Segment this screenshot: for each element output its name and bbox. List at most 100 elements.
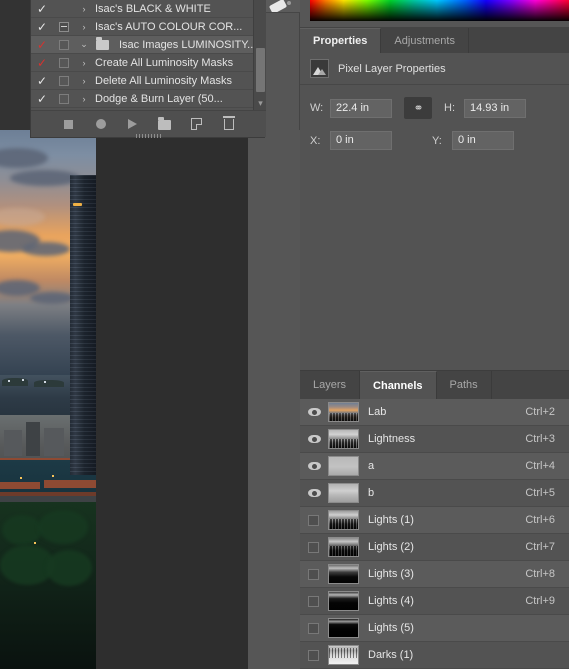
x-label: X: — [310, 134, 321, 147]
eye-icon — [308, 408, 321, 416]
actions-scrollbar-thumb[interactable] — [256, 48, 265, 92]
height-input[interactable]: 14.93 in — [464, 98, 526, 118]
channel-thumbnail — [328, 402, 359, 422]
action-enabled-checkmark[interactable]: ✓ — [31, 57, 53, 69]
action-row[interactable]: ✓ › Isac's AUTO COLOUR COR... — [31, 18, 253, 36]
new-set-button[interactable] — [158, 117, 172, 131]
eye-off-icon — [308, 514, 319, 526]
channel-row[interactable]: a Ctrl+4 — [300, 453, 569, 480]
eyedropper-tool-button[interactable] — [265, 0, 300, 13]
channel-visibility-toggle[interactable] — [308, 489, 328, 497]
dialog-toggle-box-icon — [59, 4, 69, 14]
channel-row[interactable]: Darks (1) — [300, 642, 569, 669]
action-dialog-toggle[interactable] — [53, 75, 75, 86]
tab-layers[interactable]: Layers — [300, 371, 361, 399]
action-name: Isac's BLACK & WHITE — [95, 2, 211, 15]
link-dimensions-icon[interactable]: ⚭ — [404, 97, 432, 119]
panel-resize-grip[interactable] — [135, 134, 162, 138]
color-spectrum-ramp[interactable] — [310, 0, 569, 21]
action-name: Delete All Luminosity Masks — [95, 74, 232, 87]
channel-visibility-toggle[interactable] — [308, 408, 328, 416]
x-input[interactable]: 0 in — [330, 131, 392, 150]
dialog-toggle-box-icon — [59, 57, 69, 68]
chevron-right-icon[interactable]: › — [75, 4, 93, 14]
action-row[interactable]: ✓ ⌄ Isac Images LUMINOSITY... — [31, 36, 253, 54]
action-enabled-checkmark[interactable]: ✓ — [31, 39, 53, 51]
chevron-right-icon[interactable]: › — [75, 76, 93, 86]
properties-fields: W: 22.4 in ⚭ H: 14.93 in X: 0 in Y: 0 in — [300, 85, 569, 150]
actions-list[interactable]: ✓ › Isac's BLACK & WHITE ✓ › Isac's AUTO COLO… — [31, 0, 253, 110]
tab-channels[interactable]: Channels — [360, 371, 437, 399]
eye-off-icon — [308, 595, 319, 607]
new-action-button[interactable] — [190, 117, 204, 131]
width-input[interactable]: 22.4 in — [330, 98, 392, 118]
actions-footer-toolbar — [31, 110, 266, 138]
channel-row[interactable]: Lights (4) Ctrl+9 — [300, 588, 569, 615]
action-enabled-checkmark[interactable]: ✓ — [31, 3, 53, 15]
channel-row[interactable]: Lights (2) Ctrl+7 — [300, 534, 569, 561]
channel-name: Lights (5) — [368, 622, 414, 634]
eye-off-icon — [308, 568, 319, 580]
tab-paths[interactable]: Paths — [437, 371, 492, 399]
color-panel — [300, 0, 569, 27]
channel-visibility-toggle[interactable] — [308, 435, 328, 443]
actions-scrollbar[interactable]: ▾ — [253, 0, 266, 110]
channels-list[interactable]: Lab Ctrl+2 Lightness Ctrl+3 a Ctrl+4 b Ctrl+5 Li… — [300, 399, 569, 669]
document-photo-preview[interactable] — [0, 130, 96, 669]
channel-row[interactable]: Lights (3) Ctrl+8 — [300, 561, 569, 588]
chevron-down-icon[interactable]: ▾ — [254, 99, 267, 108]
action-name: Create All Luminosity Masks — [95, 56, 234, 69]
channel-name: Lights (1) — [368, 514, 414, 526]
dialog-toggle-box-icon — [59, 93, 69, 104]
action-enabled-checkmark[interactable]: ✓ — [31, 75, 53, 87]
action-dialog-toggle[interactable] — [53, 57, 75, 68]
chevron-right-icon[interactable]: › — [75, 22, 93, 32]
dialog-toggle-box-icon — [59, 75, 69, 86]
channel-visibility-toggle[interactable] — [308, 541, 328, 553]
action-row[interactable]: ✓ › Create All Luminosity Masks — [31, 54, 253, 72]
eye-off-icon — [308, 541, 319, 553]
chevron-down-icon[interactable]: ⌄ — [75, 39, 93, 50]
trash-icon — [222, 116, 235, 130]
channel-visibility-toggle[interactable] — [308, 595, 328, 607]
actions-panel: ✓ › Isac's BLACK & WHITE ✓ › Isac's AUTO COLO… — [30, 0, 266, 138]
channel-row[interactable]: Lab Ctrl+2 — [300, 399, 569, 426]
y-input[interactable]: 0 in — [452, 131, 514, 150]
stop-button[interactable] — [62, 117, 76, 131]
chevron-right-icon[interactable]: › — [75, 94, 93, 104]
channel-thumbnail — [328, 429, 359, 449]
action-row[interactable]: ✓ › Dodge & Burn Layer (50... — [31, 90, 253, 108]
properties-tab-bar: Properties Adjustments — [300, 28, 569, 53]
channel-shortcut: Ctrl+5 — [525, 487, 555, 499]
photoshop-workspace: ✓ › Isac's BLACK & WHITE ✓ › Isac's AUTO COLO… — [0, 0, 569, 669]
delete-button[interactable] — [222, 116, 236, 131]
tab-adjustments[interactable]: Adjustments — [381, 28, 469, 53]
channel-row[interactable]: b Ctrl+5 — [300, 480, 569, 507]
channel-visibility-toggle[interactable] — [308, 462, 328, 470]
action-dialog-toggle[interactable] — [53, 4, 75, 14]
channels-tab-bar: Layers Channels Paths — [300, 371, 569, 399]
play-button[interactable] — [126, 117, 140, 131]
action-dialog-toggle[interactable] — [53, 93, 75, 104]
action-dialog-toggle[interactable] — [53, 21, 75, 32]
channel-thumbnail — [328, 645, 359, 665]
action-enabled-checkmark[interactable]: ✓ — [31, 21, 53, 33]
record-button[interactable] — [94, 117, 108, 131]
action-enabled-checkmark[interactable]: ✓ — [31, 93, 53, 105]
photo-content — [0, 130, 96, 669]
channel-visibility-toggle[interactable] — [308, 622, 328, 634]
action-dialog-toggle[interactable] — [53, 39, 75, 50]
channel-row[interactable]: Lightness Ctrl+3 — [300, 426, 569, 453]
action-row[interactable]: ✓ › Delete All Luminosity Masks — [31, 72, 253, 90]
channel-row[interactable]: Lights (5) — [300, 615, 569, 642]
channel-visibility-toggle[interactable] — [308, 514, 328, 526]
channel-row[interactable]: Lights (1) Ctrl+6 — [300, 507, 569, 534]
channel-visibility-toggle[interactable] — [308, 649, 328, 661]
chevron-right-icon[interactable]: › — [75, 58, 93, 68]
canvas-gutter — [248, 130, 300, 669]
canvas-empty-area — [96, 130, 248, 669]
properties-panel: Properties Adjustments Pixel Layer Prope… — [300, 27, 569, 370]
channel-visibility-toggle[interactable] — [308, 568, 328, 580]
action-row[interactable]: ✓ › Isac's BLACK & WHITE — [31, 0, 253, 18]
tab-properties[interactable]: Properties — [300, 28, 382, 53]
